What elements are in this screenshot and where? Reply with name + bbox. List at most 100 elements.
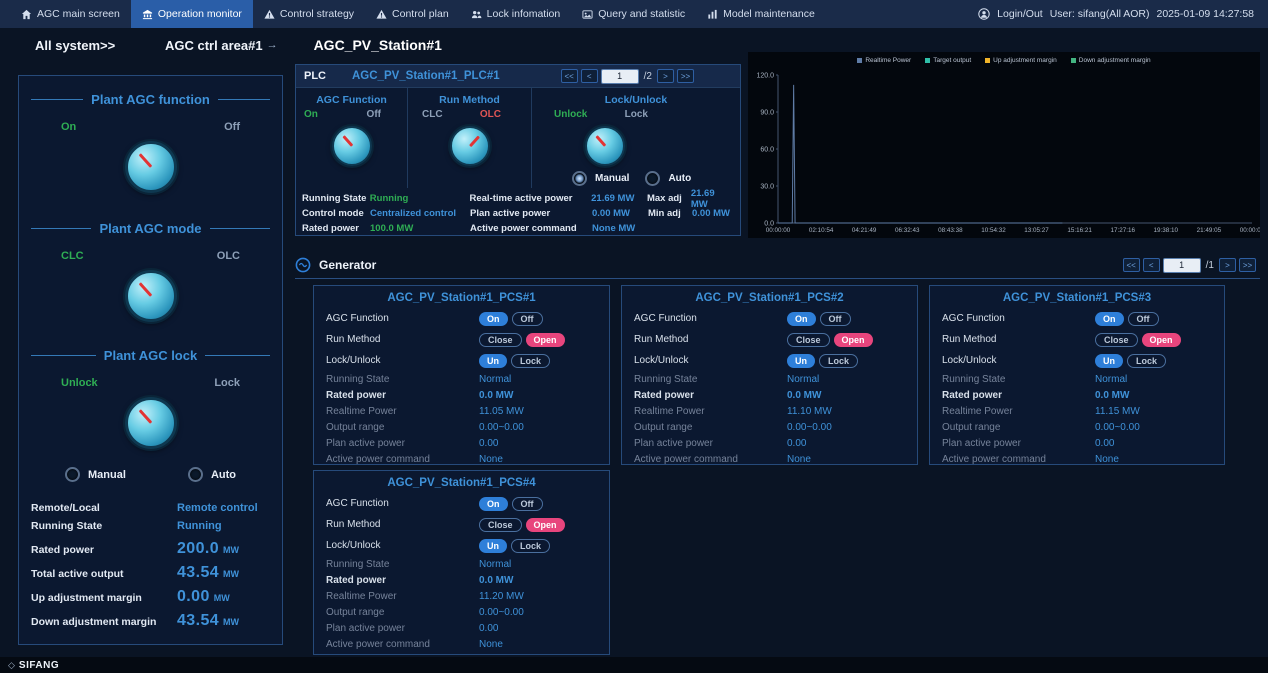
running-state-value: Running	[177, 520, 222, 532]
prev-page-button[interactable]: <	[581, 69, 598, 83]
page-input[interactable]	[601, 69, 639, 84]
first-page-button[interactable]: <<	[1123, 258, 1140, 272]
nav-label: Control strategy	[280, 8, 354, 20]
legend-swatch-icon	[985, 58, 990, 63]
lock-toggle[interactable]: Lock	[511, 354, 550, 368]
row-value: 0.00	[479, 438, 498, 449]
prev-page-button[interactable]: <	[1143, 258, 1160, 272]
close-toggle[interactable]: Close	[1095, 333, 1138, 347]
nav-control-plan[interactable]: Control plan	[365, 0, 460, 28]
realtime-power-row: Realtime Power 11.10 MW	[622, 403, 917, 419]
nav-agc-main-screen[interactable]: AGC main screen	[10, 0, 131, 28]
running-state-row: Running State Normal	[622, 371, 917, 387]
clock-text: 2025-01-09 14:27:58	[1157, 8, 1255, 20]
unlock-toggle[interactable]: Un	[1095, 354, 1123, 368]
last-page-button[interactable]: >>	[1239, 258, 1256, 272]
close-toggle[interactable]: Close	[479, 518, 522, 532]
row-value: None	[1095, 454, 1119, 465]
nav-operation-monitor[interactable]: Operation monitor	[131, 0, 253, 28]
brand-name: SIFANG	[19, 660, 59, 671]
login-out-link[interactable]: Login/Out	[997, 8, 1043, 20]
app-root: AGC main screen Operation monitor Contro…	[0, 0, 1268, 673]
active-power-command-row: Active power command None	[930, 451, 1224, 465]
metric-label: Rated power	[31, 544, 177, 556]
auto-radio[interactable]: Auto	[188, 467, 236, 482]
unlock-toggle[interactable]: Un	[787, 354, 815, 368]
open-toggle[interactable]: Open	[526, 333, 565, 347]
plant-agc-function-knob[interactable]	[125, 141, 177, 193]
svg-text:21:49:05: 21:49:05	[1197, 227, 1222, 234]
unlock-toggle[interactable]: Un	[479, 539, 507, 553]
close-toggle[interactable]: Close	[787, 333, 830, 347]
manual-radio[interactable]: Manual	[65, 467, 126, 482]
generator-card-pcs3: AGC_PV_Station#1_PCS#3 AGC Function OnOf…	[929, 285, 1225, 465]
off-toggle[interactable]: Off	[1128, 312, 1159, 326]
nav-lock-infomation[interactable]: Lock infomation	[460, 0, 572, 28]
page-input[interactable]	[1163, 258, 1201, 273]
option-on: On	[304, 109, 318, 120]
plc-lock-knob[interactable]	[585, 126, 625, 166]
nav-query-and-statistic[interactable]: Query and statistic	[571, 0, 696, 28]
agc-function-row: AGC Function OnOff	[930, 308, 1224, 329]
nav-model-maintenance[interactable]: Model maintenance	[696, 0, 826, 28]
on-toggle[interactable]: On	[479, 497, 508, 511]
open-toggle[interactable]: Open	[526, 518, 565, 532]
off-toggle[interactable]: Off	[512, 497, 543, 511]
row-label: Running State	[326, 374, 479, 385]
close-toggle[interactable]: Close	[479, 333, 522, 347]
plant-agc-mode-knob[interactable]	[125, 270, 177, 322]
open-toggle[interactable]: Open	[834, 333, 873, 347]
row-value: 0.0 MW	[479, 390, 513, 401]
card-title: AGC_PV_Station#1_PCS#4	[314, 477, 609, 489]
realtime-power-row: Realtime Power 11.05 MW	[314, 403, 609, 419]
generator-card-pcs2: AGC_PV_Station#1_PCS#2 AGC Function OnOf…	[621, 285, 918, 465]
generator-card-pcs1: AGC_PV_Station#1_PCS#1 AGC Function OnOf…	[313, 285, 610, 465]
on-toggle[interactable]: On	[787, 312, 816, 326]
last-page-button[interactable]: >>	[677, 69, 694, 83]
plan-active-power-row: Plan active power 0.00	[622, 435, 917, 451]
metric-label: Up adjustment margin	[31, 592, 177, 604]
plc-agc-function-knob[interactable]	[332, 126, 372, 166]
off-toggle[interactable]: Off	[512, 312, 543, 326]
lock-toggle[interactable]: Lock	[511, 539, 550, 553]
plant-agc-lock-knob[interactable]	[125, 397, 177, 449]
radio-icon	[572, 171, 587, 186]
nav-control-strategy[interactable]: Control strategy	[253, 0, 365, 28]
row-label: Run Method	[326, 519, 479, 530]
on-toggle[interactable]: On	[1095, 312, 1124, 326]
plc-run-method-knob[interactable]	[450, 126, 490, 166]
row-value: 0.00~0.00	[479, 607, 524, 618]
breadcrumb-all-system[interactable]: All system>>	[35, 38, 165, 53]
row-label: Output range	[326, 607, 479, 618]
manual-radio[interactable]: Manual	[572, 171, 629, 186]
on-toggle[interactable]: On	[479, 312, 508, 326]
warning-icon	[264, 9, 275, 20]
agc-function-options: On Off	[296, 109, 407, 120]
generator-icon	[295, 257, 311, 273]
card-title: AGC_PV_Station#1_PCS#1	[314, 292, 609, 304]
rated-power-row: Rated power 0.0 MW	[314, 572, 609, 588]
generator-title: Generator	[319, 258, 376, 272]
run-method-row: Run Method CloseOpen	[622, 329, 917, 350]
next-page-button[interactable]: >	[1219, 258, 1236, 272]
next-page-button[interactable]: >	[657, 69, 674, 83]
unlock-toggle[interactable]: Un	[479, 354, 507, 368]
auto-radio[interactable]: Auto	[645, 171, 691, 186]
bar-chart-icon	[707, 9, 718, 20]
option-clc: CLC	[422, 109, 443, 120]
svg-text:10:54:32: 10:54:32	[981, 227, 1006, 234]
lock-toggle[interactable]: Lock	[819, 354, 858, 368]
power-trend-chart: Realtime PowerTarget outputUp adjustment…	[748, 52, 1260, 238]
user-name: User: sifang(All AOR)	[1050, 8, 1150, 20]
plc-controls: AGC Function On Off Run Method CLC OLC L…	[296, 88, 740, 188]
open-toggle[interactable]: Open	[1142, 333, 1181, 347]
row-value: 0.00~0.00	[479, 422, 524, 433]
breadcrumb-ctrl-area[interactable]: AGC ctrl area#1	[165, 38, 263, 53]
first-page-button[interactable]: <<	[561, 69, 578, 83]
lock-toggle[interactable]: Lock	[1127, 354, 1166, 368]
off-toggle[interactable]: Off	[820, 312, 851, 326]
plant-lock-options: Unlock Lock	[19, 377, 282, 389]
knob-needle	[342, 136, 353, 147]
legend-label: Down adjustment margin	[1079, 57, 1151, 64]
run-method-row: Run Method CloseOpen	[930, 329, 1224, 350]
